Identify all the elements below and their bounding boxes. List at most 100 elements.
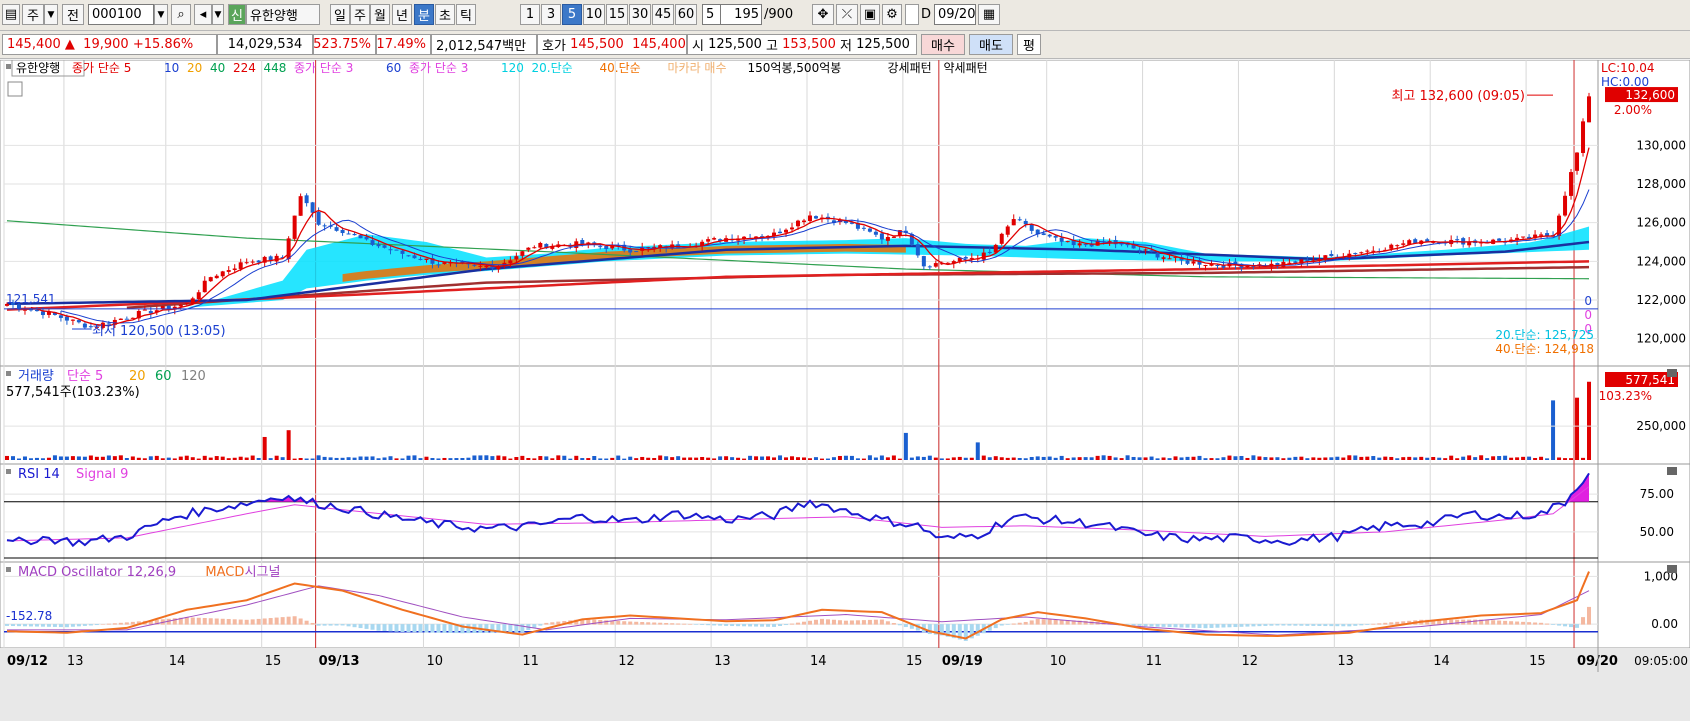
sell-button[interactable]: 매도: [969, 34, 1013, 55]
candle-body: [1521, 236, 1526, 238]
macd-osc-bar: [1323, 624, 1328, 627]
volume-bar: [538, 456, 543, 460]
candle-body: [148, 311, 153, 314]
macd-osc-bar: [640, 622, 645, 625]
gear-icon[interactable]: ⚙: [882, 4, 902, 25]
macd-osc-bar: [94, 624, 99, 626]
calendar-icon[interactable]: ▦: [978, 4, 1000, 25]
volume-bar: [226, 458, 231, 460]
ask: 145,500: [570, 37, 624, 52]
interval-5-button[interactable]: 5: [562, 4, 582, 25]
period-6-button[interactable]: 틱: [456, 4, 476, 25]
interval-60-button[interactable]: 60: [675, 4, 697, 25]
candle-body: [238, 262, 243, 269]
speaker-icon[interactable]: ◂: [194, 4, 212, 25]
macd-osc-bar: [664, 622, 669, 625]
code-dropdown-icon[interactable]: ▼: [154, 4, 168, 25]
macd-osc-bar: [1281, 624, 1286, 626]
interval-15-button[interactable]: 15: [606, 4, 628, 25]
time-tick-label: 09/13: [319, 654, 360, 669]
stock-name[interactable]: 유한양행: [246, 4, 320, 25]
volume-bar: [298, 457, 303, 460]
volume-bar: [1509, 457, 1514, 460]
volume-bar: [286, 430, 291, 460]
volume-bar: [568, 458, 573, 460]
macd-osc-bar: [1509, 621, 1514, 625]
macd-osc-bar: [724, 624, 729, 626]
volume-bar: [1029, 456, 1034, 460]
speaker-dropdown-icon[interactable]: ▼: [212, 4, 224, 25]
macd-osc-bar: [1575, 624, 1580, 628]
macd-osc-bar: [825, 619, 830, 625]
interval-1-button[interactable]: 1: [520, 4, 540, 25]
buy-button[interactable]: 매수: [921, 34, 965, 55]
legend-item: 종가 단순 5: [72, 61, 131, 75]
crosshair-icon[interactable]: ✥: [812, 4, 834, 25]
hoga-label: 호가: [542, 39, 566, 54]
volume-bar: [1395, 458, 1400, 460]
volume-bar: [1335, 456, 1340, 460]
candle-body: [796, 220, 801, 227]
volume-bar: [394, 458, 399, 460]
macd-osc-bar: [1161, 624, 1166, 627]
period-0-button[interactable]: 일: [330, 4, 350, 25]
volume-bar: [915, 456, 920, 460]
table-icon[interactable]: [7, 81, 23, 97]
volume-bar: [664, 456, 669, 460]
volume-bar: [712, 458, 717, 460]
candle-body: [472, 264, 477, 266]
volume-bar: [1413, 457, 1418, 460]
chart-area[interactable]: 120,000 122,000 124,000 126,000 128,000 130,0…: [0, 60, 1690, 721]
count-input[interactable]: 195: [720, 4, 762, 25]
period-1-button[interactable]: 주: [350, 4, 370, 25]
macd-osc-bar: [442, 624, 447, 633]
macd-osc-bar: [1245, 624, 1250, 627]
macd-osc-bar: [1257, 624, 1262, 627]
volume-bar: [580, 458, 585, 460]
candle-body: [1077, 243, 1082, 246]
up-arrow-icon: ▲: [64, 37, 75, 52]
date-input[interactable]: 09/20: [934, 4, 976, 25]
period-3-button[interactable]: 년: [392, 4, 412, 25]
d-checkbox[interactable]: [905, 4, 919, 25]
macd-osc-bar: [424, 624, 429, 633]
prev-button[interactable]: 전: [62, 4, 84, 25]
volume-bar: [484, 455, 489, 460]
volume-bar: [700, 456, 705, 460]
volume-bar: [1095, 455, 1100, 460]
volume-bar: [412, 455, 417, 460]
candle-body: [1575, 152, 1580, 171]
interval-3-button[interactable]: 3: [541, 4, 561, 25]
type-button[interactable]: 주: [22, 4, 44, 25]
volume-bar: [825, 458, 830, 460]
flat-button[interactable]: 평: [1017, 34, 1041, 55]
volume-bar: [790, 456, 795, 460]
period-2-button[interactable]: 월: [370, 4, 390, 25]
rsi-tick-label: 50.00: [1640, 525, 1674, 539]
compare-icon[interactable]: ⤫: [836, 4, 858, 25]
volume-bar: [951, 457, 956, 460]
chevron-down-icon[interactable]: ▼: [44, 4, 58, 25]
macd-osc-bar: [238, 619, 243, 625]
save-icon[interactable]: ▣: [860, 4, 880, 25]
period-5-button[interactable]: 초: [435, 4, 455, 25]
macd-osc-bar: [1347, 624, 1352, 627]
volume-bar: [1431, 456, 1436, 460]
search-icon[interactable]: ⌕: [171, 4, 191, 25]
rsi-close-icon[interactable]: [1667, 467, 1677, 475]
interval-10-button[interactable]: 10: [583, 4, 605, 25]
legend-item: 유한양행: [16, 60, 60, 75]
layout-icon[interactable]: ▤: [2, 4, 20, 25]
interval-30-button[interactable]: 30: [629, 4, 651, 25]
stock-code-input[interactable]: 000100: [88, 4, 154, 25]
amount: 2,012,547백만: [431, 34, 537, 55]
macd-osc-bar: [82, 624, 87, 626]
macd-close-icon[interactable]: [1667, 565, 1677, 573]
candle-body: [891, 236, 896, 238]
candle-body: [514, 256, 519, 260]
volume-bar: [1569, 458, 1574, 460]
period-4-button[interactable]: 분: [414, 4, 434, 25]
candle-body: [400, 250, 405, 254]
volume-close-icon[interactable]: [1667, 369, 1677, 377]
interval-45-button[interactable]: 45: [652, 4, 674, 25]
